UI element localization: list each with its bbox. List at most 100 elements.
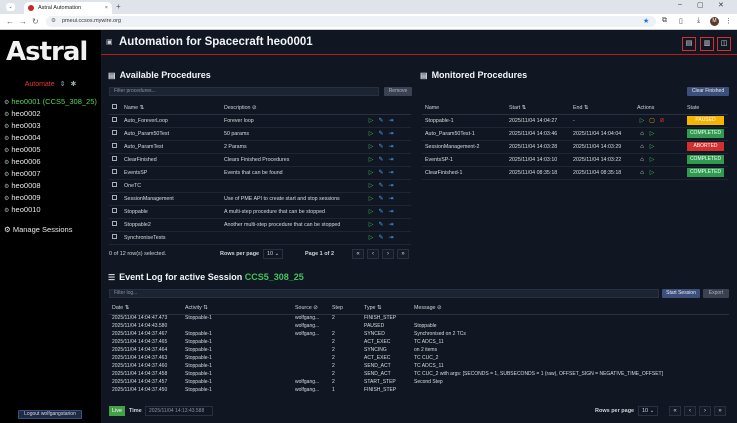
spacecraft-item[interactable]: ⚙ heo0007 <box>4 168 100 180</box>
clear-finished-button[interactable]: Clear Finished <box>687 87 729 96</box>
download-icon[interactable]: ⤓ <box>697 17 700 25</box>
play-icon[interactable]: ▷ <box>366 221 376 228</box>
log-rows-per-page-select[interactable]: 10 ⌄ <box>638 406 658 416</box>
run-to-end-icon[interactable]: ⇥ <box>386 143 396 150</box>
home-icon[interactable]: ⌂ <box>637 131 647 137</box>
message-column-header[interactable]: Message ⊘ <box>411 303 729 315</box>
edit-icon[interactable]: ✎ <box>376 143 386 150</box>
play-icon[interactable]: ▷ <box>647 130 657 137</box>
row-checkbox[interactable] <box>109 140 121 154</box>
edit-icon[interactable]: ✎ <box>376 130 386 137</box>
row-checkbox[interactable] <box>109 192 121 206</box>
prev-page-button[interactable]: ‹ <box>367 249 379 259</box>
profile-avatar[interactable]: M <box>710 17 719 26</box>
first-page-button[interactable]: « <box>352 249 364 259</box>
name-column-header[interactable]: Name ⇅ <box>121 102 221 115</box>
file-icon[interactable]: ▥ <box>700 37 714 51</box>
browser-menu-icon[interactable]: ⋮ <box>725 17 732 25</box>
edit-icon[interactable]: ✎ <box>376 156 386 163</box>
home-icon[interactable]: ⌂ <box>637 144 647 150</box>
row-checkbox[interactable] <box>109 231 121 245</box>
manage-sessions-link[interactable]: ⚙ Manage Sessions <box>4 225 72 234</box>
abort-icon[interactable]: ⊘ <box>657 117 667 124</box>
run-to-end-icon[interactable]: ⇥ <box>386 195 396 202</box>
row-checkbox[interactable] <box>109 205 121 219</box>
spacecraft-item[interactable]: ⚙ heo0001 (CCS5_308_25) <box>4 96 100 108</box>
run-to-end-icon[interactable]: ⇥ <box>386 221 396 228</box>
spacecraft-item[interactable]: ⚙ heo0010 <box>4 204 100 216</box>
toggle-sidebar-icon[interactable]: ▣ <box>106 38 113 46</box>
back-icon[interactable]: ← <box>6 17 14 27</box>
play-icon[interactable]: ▷ <box>366 208 376 215</box>
log-next-page-button[interactable]: › <box>699 406 711 416</box>
run-to-end-icon[interactable]: ⇥ <box>386 234 396 241</box>
run-to-end-icon[interactable]: ⇥ <box>386 156 396 163</box>
type-column-header[interactable]: Type ⇅ <box>361 303 411 315</box>
row-checkbox[interactable] <box>109 127 121 141</box>
play-icon[interactable]: ▷ <box>647 143 657 150</box>
log-filter-input[interactable]: Filter log... <box>109 289 659 298</box>
spacecraft-item[interactable]: ⚙ heo0008 <box>4 180 100 192</box>
edit-icon[interactable]: ✎ <box>376 221 386 228</box>
log-prev-page-button[interactable]: ‹ <box>684 406 696 416</box>
mon-start-header[interactable]: Start ⇅ <box>506 102 570 115</box>
play-icon[interactable]: ▷ <box>366 234 376 241</box>
extensions-icon[interactable]: ⧉ <box>662 17 667 25</box>
sidepanel-icon[interactable]: ▯ <box>679 17 683 25</box>
home-icon[interactable]: ⌂ <box>637 157 647 163</box>
activity-column-header[interactable]: Activity ⇅ <box>182 303 292 315</box>
close-window-icon[interactable]: ✕ <box>718 1 724 9</box>
spacecraft-item[interactable]: ⚙ heo0003 <box>4 120 100 132</box>
spacecraft-item[interactable]: ⚙ heo0004 <box>4 132 100 144</box>
row-checkbox[interactable] <box>109 153 121 167</box>
site-info-icon[interactable]: ⚙ <box>51 16 56 27</box>
log-first-page-button[interactable]: « <box>669 406 681 416</box>
mon-name-header[interactable]: Name <box>422 102 506 115</box>
play-icon[interactable]: ▷ <box>366 182 376 189</box>
tab-search-icon[interactable]: ⌄ <box>6 3 15 11</box>
minimize-icon[interactable]: – <box>678 1 682 8</box>
edit-icon[interactable]: ✎ <box>376 208 386 215</box>
play-icon[interactable]: ▷ <box>366 169 376 176</box>
play-icon[interactable]: ▷ <box>366 130 376 137</box>
settings-icon[interactable]: ✱ <box>70 81 76 88</box>
export-button[interactable]: Export <box>703 289 729 298</box>
row-checkbox[interactable] <box>109 114 121 128</box>
play-icon[interactable]: ▷ <box>647 169 657 176</box>
browser-tab[interactable]: Astral Automation × <box>24 2 112 14</box>
edit-icon[interactable]: ✎ <box>376 169 386 176</box>
play-icon[interactable]: ▷ <box>366 117 376 124</box>
maximize-icon[interactable]: ▢ <box>697 1 704 9</box>
edit-icon[interactable]: ✎ <box>376 182 386 189</box>
run-to-end-icon[interactable]: ⇥ <box>386 182 396 189</box>
rows-per-page-select[interactable]: 10 ⌄ <box>263 249 283 259</box>
edit-icon[interactable]: ✎ <box>376 234 386 241</box>
bookmark-star-icon[interactable]: ★ <box>643 17 649 25</box>
source-column-header[interactable]: Source ⊘ <box>292 303 329 315</box>
run-to-end-icon[interactable]: ⇥ <box>386 117 396 124</box>
start-session-button[interactable]: Start Session <box>662 289 700 298</box>
mode-selector[interactable]: Automate ⇕ ✱ <box>0 80 101 88</box>
play-icon[interactable]: ▷ <box>366 156 376 163</box>
play-icon[interactable]: ▷ <box>637 117 647 124</box>
new-tab-icon[interactable]: + <box>116 2 121 12</box>
run-to-end-icon[interactable]: ⇥ <box>386 169 396 176</box>
document-icon[interactable]: ▤ <box>682 37 696 51</box>
run-to-end-icon[interactable]: ⇥ <box>386 208 396 215</box>
stop-icon[interactable]: ▢ <box>647 117 657 124</box>
remove-button[interactable]: Remove <box>384 87 412 96</box>
url-field[interactable]: ⚙ pmeui.ccsos.mywire.org <box>46 16 656 27</box>
close-tab-icon[interactable]: × <box>105 2 108 14</box>
play-icon[interactable]: ▷ <box>366 195 376 202</box>
spacecraft-item[interactable]: ⚙ heo0002 <box>4 108 100 120</box>
date-column-header[interactable]: Date ⇅ <box>109 303 182 315</box>
forward-icon[interactable]: → <box>19 17 27 27</box>
select-all-checkbox[interactable] <box>109 102 121 115</box>
spacecraft-item[interactable]: ⚙ heo0009 <box>4 192 100 204</box>
spacecraft-item[interactable]: ⚙ heo0005 <box>4 144 100 156</box>
row-checkbox[interactable] <box>109 179 121 193</box>
edit-icon[interactable]: ✎ <box>376 195 386 202</box>
last-page-button[interactable]: » <box>397 249 409 259</box>
play-icon[interactable]: ▷ <box>647 156 657 163</box>
edit-icon[interactable]: ✎ <box>376 117 386 124</box>
